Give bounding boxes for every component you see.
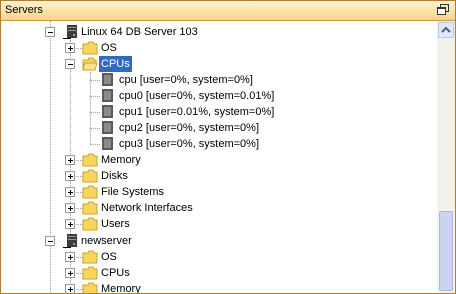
node-label: Network Interfaces: [101, 202, 193, 214]
tree-guide: [90, 128, 100, 129]
node-label: OS: [101, 42, 117, 54]
cpu-label: cpu [user=0%, system=0%]: [119, 74, 253, 86]
cpu-label: cpu0 [user=0%, system=0.01%]: [119, 90, 275, 102]
cpu-icon: [102, 73, 113, 86]
node-label: Memory: [101, 154, 141, 166]
tree-node-cpus[interactable]: CPUs: [65, 265, 265, 281]
expand-toggle[interactable]: [65, 268, 75, 278]
folder-icon: [82, 250, 98, 264]
folder-icon: [82, 41, 98, 55]
tree-guide: [90, 112, 100, 113]
tree-node-disks[interactable]: Disks: [65, 168, 265, 184]
node-label-selected: CPUs: [99, 56, 132, 72]
tree-guide: [90, 96, 100, 97]
restore-window-icon[interactable]: [437, 4, 449, 16]
tree-guide: [90, 144, 100, 145]
servers-panel: Servers Linux 64 DB Server 103 OS CPUs c…: [0, 0, 456, 294]
node-label: Users: [101, 218, 130, 230]
folder-icon: [82, 201, 98, 215]
tree-node-memory[interactable]: Memory: [65, 281, 265, 293]
server-tree[interactable]: Linux 64 DB Server 103 OS CPUs cpu [user…: [1, 21, 437, 293]
expand-toggle[interactable]: [65, 284, 75, 293]
tree-node-cpu[interactable]: cpu3 [user=0%, system=0%]: [85, 136, 405, 152]
tree-guide: [90, 80, 100, 81]
server-label: newserver: [81, 235, 132, 247]
expand-toggle[interactable]: [65, 203, 75, 213]
tree-node-file-systems[interactable]: File Systems: [65, 184, 265, 200]
server-icon: [63, 234, 77, 248]
chevron-up-icon: [441, 26, 451, 33]
expand-toggle[interactable]: [65, 43, 75, 53]
folder-icon: [82, 169, 98, 183]
cpu-label: cpu2 [user=0%, system=0%]: [119, 122, 260, 134]
collapse-toggle[interactable]: [45, 27, 55, 37]
scroll-up-button[interactable]: [438, 22, 454, 38]
cpu-icon: [102, 121, 113, 134]
panel-title: Servers: [5, 4, 43, 16]
tree-node-os[interactable]: OS: [65, 249, 265, 265]
tree-node-cpu[interactable]: cpu0 [user=0%, system=0.01%]: [85, 88, 405, 104]
tree-node-users[interactable]: Users: [65, 216, 265, 232]
tree-node-cpu[interactable]: cpu2 [user=0%, system=0%]: [85, 120, 405, 136]
cpu-icon: [102, 89, 113, 102]
tree-node-cpus[interactable]: CPUs: [65, 56, 265, 72]
open-folder-icon: [82, 57, 98, 71]
folder-icon: [82, 185, 98, 199]
node-label: Memory: [101, 283, 141, 293]
tree-node-network-interfaces[interactable]: Network Interfaces: [65, 200, 285, 216]
vertical-scrollbar[interactable]: [437, 21, 455, 293]
tree-node-os[interactable]: OS: [65, 40, 265, 56]
expand-toggle[interactable]: [65, 155, 75, 165]
folder-icon: [82, 153, 98, 167]
expand-toggle[interactable]: [65, 252, 75, 262]
folder-icon: [82, 282, 98, 293]
node-label: Disks: [101, 170, 128, 182]
cpu-label: cpu1 [user=0.01%, system=0%]: [119, 106, 275, 118]
node-label: CPUs: [101, 267, 130, 279]
folder-icon: [82, 217, 98, 231]
cpu-icon: [102, 105, 113, 118]
node-label: File Systems: [101, 186, 164, 198]
expand-toggle[interactable]: [65, 187, 75, 197]
expand-toggle[interactable]: [65, 171, 75, 181]
tree-node-cpu[interactable]: cpu [user=0%, system=0%]: [85, 72, 405, 88]
collapse-toggle[interactable]: [65, 59, 75, 69]
expand-toggle[interactable]: [65, 219, 75, 229]
node-label: OS: [101, 251, 117, 263]
cpu-icon: [102, 137, 113, 150]
tree-node-server-newserver[interactable]: newserver: [45, 233, 245, 249]
tree-node-server-linux64[interactable]: Linux 64 DB Server 103: [45, 24, 345, 40]
tree-node-memory[interactable]: Memory: [65, 152, 265, 168]
scroll-thumb[interactable]: [439, 211, 453, 291]
tree-node-cpu[interactable]: cpu1 [user=0.01%, system=0%]: [85, 104, 405, 120]
collapse-toggle[interactable]: [45, 236, 55, 246]
tree-guide: [50, 21, 51, 241]
folder-icon: [82, 266, 98, 280]
cpu-label: cpu3 [user=0%, system=0%]: [119, 138, 260, 150]
server-label: Linux 64 DB Server 103: [81, 26, 198, 38]
server-icon: [63, 25, 77, 39]
panel-header: Servers: [1, 1, 455, 21]
